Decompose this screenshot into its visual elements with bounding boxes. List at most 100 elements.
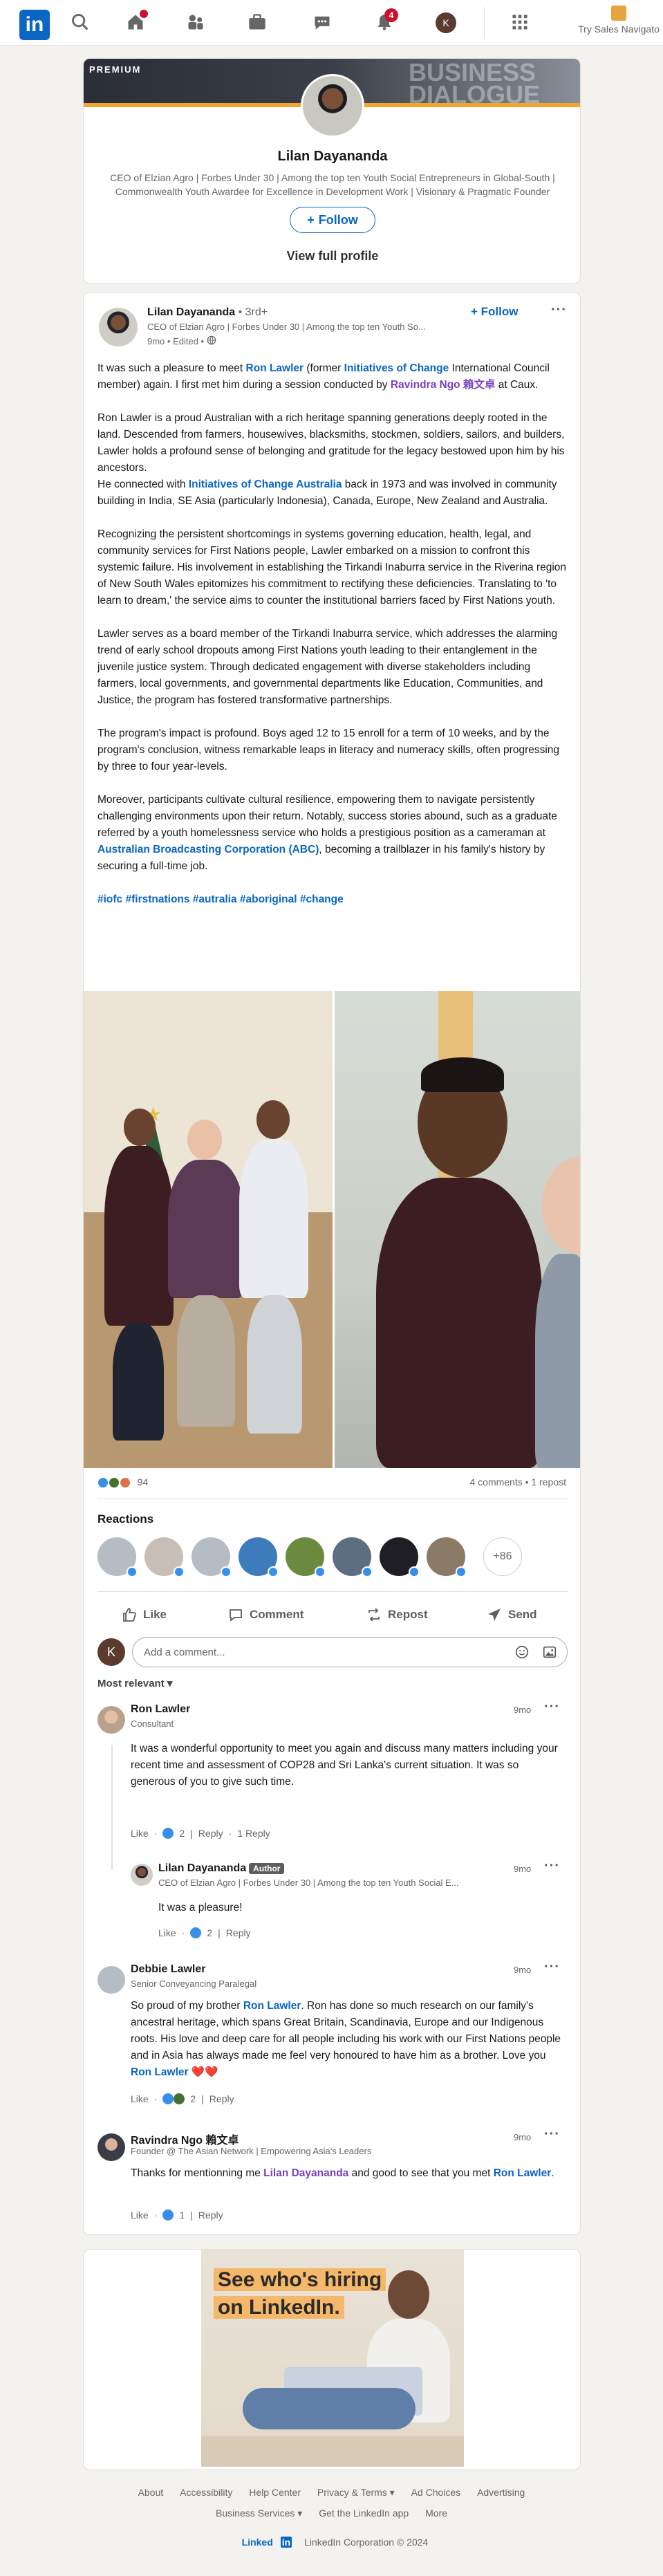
top-nav: in 4 K Try Sales Navigato [0,0,663,46]
comment-author-name[interactable]: Ravindra Ngo 賴文卓 [131,2131,239,2147]
mention-lilan-dayananda[interactable]: Lilan Dayananda [263,2167,348,2179]
network-icon[interactable] [185,11,207,33]
footer-link-help-center[interactable]: Help Center [249,2487,301,2498]
profile-name[interactable]: Lilan Dayananda [84,149,580,165]
profile-photo[interactable] [301,74,364,138]
mention-ron-lawler[interactable]: Ron Lawler [494,2167,552,2179]
footer-link-accessibility[interactable]: Accessibility [180,2487,232,2498]
author-badge: Author [249,1862,285,1874]
post-paragraph-1: It was such a pleasure to meet Ron Lawle… [97,362,550,391]
linkedin-logo[interactable]: in [19,10,50,40]
like-button[interactable]: Like [121,1601,167,1629]
reactions-summary[interactable]: 94 [97,1476,148,1489]
mention-abc[interactable]: Australian Broadcasting Corporation (ABC… [97,844,319,855]
post-paragraph-5: The program's impact is profound. Boys a… [97,728,560,772]
home-icon[interactable] [124,10,148,33]
person-3 [239,1139,308,1298]
comment-reply-button[interactable]: Reply [209,2093,234,2104]
me-avatar[interactable]: K [436,12,456,33]
reactor-avatar[interactable] [192,1537,232,1577]
reactor-avatar[interactable] [427,1537,467,1577]
view-profile-link[interactable]: View full profile [84,249,580,263]
post-photo-left[interactable]: ★ [84,991,333,1468]
more-reactors-button[interactable]: +86 [483,1537,522,1576]
mention-ravindra-ngo[interactable]: Ravindra Ngo 賴文卓 [391,379,496,391]
comment-more-icon[interactable]: ··· [544,1959,560,1975]
like-reaction-icon [162,2093,174,2104]
ad-headline: See who's hiring on LinkedIn. [214,2266,386,2322]
follow-button[interactable]: + Follow [290,207,375,233]
comment-like-button[interactable]: Like [131,2093,149,2104]
reply-author-avatar[interactable] [131,1864,153,1886]
comment-time: 9mo [514,2132,532,2142]
post-hashtags[interactable]: #iofc #firstnations #autralia #aborigina… [97,891,568,908]
post-author-name[interactable]: Lilan Dayananda • 3rd+ [147,306,268,319]
comment-more-icon[interactable]: ··· [544,1699,560,1715]
comment-actions: Like · 2 | Reply [131,2093,234,2104]
footer-link-advertising[interactable]: Advertising [477,2487,525,2498]
jobs-icon[interactable] [246,11,268,33]
reply-like-button[interactable]: Like [158,1927,176,1938]
reactor-avatar[interactable] [380,1537,420,1577]
mention-iofc-australia[interactable]: Initiatives of Change Australia [189,479,342,490]
footer-link-privacy-terms[interactable]: Privacy & Terms ▾ [317,2487,395,2498]
commenter-avatar: K [97,1638,125,1666]
comment-like-button[interactable]: Like [131,2209,149,2221]
send-button[interactable]: Send [486,1601,537,1629]
reactor-avatar[interactable] [286,1537,326,1577]
profile-card: PREMIUM BUSINESS DIALOGUE Lilan Dayanand… [83,58,581,284]
comment-button[interactable]: Comment [227,1601,304,1629]
footer-link-ad-choices[interactable]: Ad Choices [411,2487,461,2498]
person-2 [168,1160,244,1298]
post-photo-right[interactable] [335,991,580,1468]
footer-link-get-app[interactable]: Get the LinkedIn app [319,2508,409,2519]
mention-ron-lawler[interactable]: Ron Lawler [243,2000,301,2012]
post-more-icon[interactable]: ··· [551,302,567,318]
search-icon[interactable] [69,11,91,33]
comment-author-name[interactable]: Ron Lawler [131,1703,190,1716]
comment-more-icon[interactable]: ··· [544,2126,560,2142]
mention-ron-lawler[interactable]: Ron Lawler [131,2066,189,2078]
messaging-icon[interactable] [311,11,333,33]
reactor-avatar[interactable] [239,1537,279,1577]
comment-replies-count[interactable]: 1 Reply [237,1828,270,1839]
post-author-headline: CEO of Elzian Agro | Forbes Under 30 | A… [147,322,426,332]
mention-initiatives-of-change[interactable]: Initiatives of Change [344,362,449,374]
reply-more-icon[interactable]: ··· [544,1858,560,1874]
commenter-avatar[interactable] [97,2133,125,2161]
banner-text: BUSINESS DIALOGUE [408,58,540,109]
comment-actions: Like · 1 | Reply [131,2209,223,2221]
emoji-icon[interactable] [514,1644,530,1662]
comment-reply-button[interactable]: Reply [198,2209,223,2221]
footer-link-more[interactable]: More [425,2508,447,2519]
reactor-avatar[interactable] [144,1537,185,1577]
grid-icon[interactable] [509,11,531,33]
mention-ron-lawler[interactable]: Ron Lawler [246,362,304,374]
commenter-avatar[interactable] [97,1706,125,1734]
ad-image[interactable]: See who's hiring on LinkedIn. [201,2250,464,2467]
comment-reply-button[interactable]: Reply [198,1828,223,1839]
footer-link-about[interactable]: About [138,2487,164,2498]
post-author-avatar[interactable] [99,308,138,346]
post-follow-button[interactable]: + Follow [471,305,518,319]
premium-tag: PREMIUM [89,64,142,75]
post-paragraph-3: Recognizing the persistent shortcomings … [97,528,567,606]
repost-button[interactable]: Repost [366,1601,428,1629]
reactor-avatar[interactable] [97,1537,138,1577]
comment-author-name[interactable]: Debbie Lawler [131,1963,205,1976]
reply-author-name[interactable]: Lilan Dayananda Author [158,1862,285,1875]
premium-link[interactable]: Try Sales Navigato [574,6,663,35]
comment-like-button[interactable]: Like [131,1828,149,1839]
reply-reply-button[interactable]: Reply [226,1927,251,1938]
comment-input[interactable]: Add a comment... [132,1637,568,1667]
footer-link-business-services[interactable]: Business Services ▾ [216,2508,302,2519]
image-icon[interactable] [542,1644,557,1662]
notifications-icon[interactable]: 4 [373,8,398,33]
reactor-avatar[interactable] [333,1537,373,1577]
comment-sort-dropdown[interactable]: Most relevant ▾ [97,1677,172,1689]
commenter-avatar[interactable] [97,1966,125,1994]
post-photos[interactable]: ★ [84,991,580,1468]
comments-summary[interactable]: 4 comments • 1 repost [469,1476,566,1488]
ad-card[interactable]: See who's hiring on LinkedIn. [83,2249,581,2470]
plus-icon: + [307,212,315,227]
